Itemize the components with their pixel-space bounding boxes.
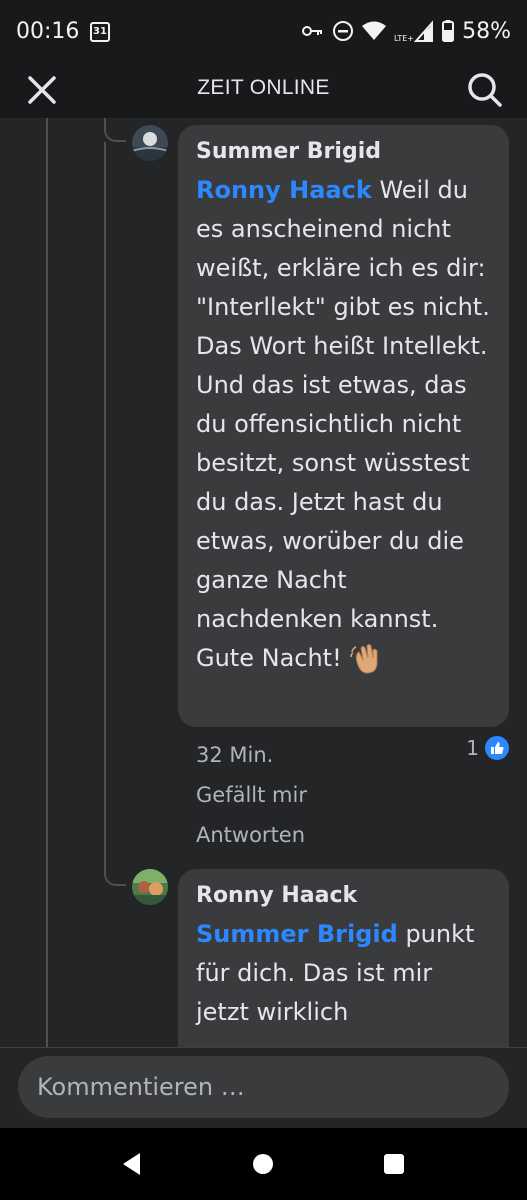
- reply-branch-line: [104, 118, 106, 128]
- reply-branch-curve: [104, 872, 126, 886]
- status-bar: 00:16 31 LTE+ 58%: [0, 0, 527, 64]
- avatar-image: [132, 869, 168, 905]
- comment-meta: 32 Min. Gefällt mir Antworten: [196, 735, 307, 855]
- waving-hand-emoji: [350, 644, 378, 674]
- recents-icon[interactable]: [384, 1154, 404, 1174]
- avatar[interactable]: [132, 869, 168, 905]
- key-icon: [302, 26, 323, 36]
- comment-text: Summer Brigid punkt für dich. Das ist mi…: [196, 915, 491, 1032]
- comment-time: 32 Min.: [196, 743, 274, 767]
- status-time: 00:16: [16, 19, 80, 44]
- avatar[interactable]: [132, 125, 168, 161]
- search-icon: [468, 73, 502, 107]
- search-button[interactable]: [465, 70, 505, 110]
- system-nav-bar: [0, 1128, 527, 1200]
- comment-author[interactable]: Ronny Haack: [196, 881, 491, 911]
- reaction-count: 1: [466, 736, 479, 760]
- avatar-image: [132, 125, 168, 161]
- comment-body: Weil du es anscheinend nicht weißt, erkl…: [196, 176, 490, 672]
- calendar-icon: 31: [90, 22, 110, 42]
- reply-branch-line: [104, 142, 106, 872]
- battery-percent: 58%: [462, 18, 511, 44]
- svg-text:LTE+: LTE+: [394, 34, 414, 43]
- home-icon[interactable]: [253, 1154, 273, 1174]
- wifi-icon: [362, 21, 387, 40]
- comment-author[interactable]: Summer Brigid: [196, 137, 491, 167]
- comment-text: Ronny Haack Weil du es anscheinend nicht…: [196, 171, 491, 678]
- status-icons: LTE+ 58%: [302, 16, 511, 46]
- comment-composer: Kommentieren …: [0, 1047, 527, 1128]
- signal-icon: LTE+: [394, 20, 434, 43]
- dnd-icon: [333, 21, 354, 41]
- like-link[interactable]: Gefällt mir: [196, 775, 307, 815]
- battery-icon: [442, 20, 455, 42]
- thread-line: [46, 118, 48, 1047]
- mention-link[interactable]: Summer Brigid: [196, 920, 398, 948]
- mention-link[interactable]: Ronny Haack: [196, 176, 372, 204]
- top-bar: ZEIT ONLINE: [0, 64, 527, 118]
- page-title: ZEIT ONLINE: [197, 76, 330, 99]
- comment-input[interactable]: Kommentieren …: [18, 1056, 509, 1118]
- back-icon[interactable]: [120, 1151, 142, 1177]
- reply-link[interactable]: Antworten: [196, 815, 307, 855]
- comment-bubble: Ronny Haack Summer Brigid punkt für dich…: [178, 869, 509, 1047]
- like-icon: [485, 736, 509, 760]
- comment-bubble: Summer Brigid Ronny Haack Weil du es ans…: [178, 125, 509, 727]
- reply-branch-curve: [104, 128, 126, 142]
- comment-thread[interactable]: Summer Brigid Ronny Haack Weil du es ans…: [0, 118, 527, 1047]
- reaction-summary[interactable]: 1: [466, 736, 509, 760]
